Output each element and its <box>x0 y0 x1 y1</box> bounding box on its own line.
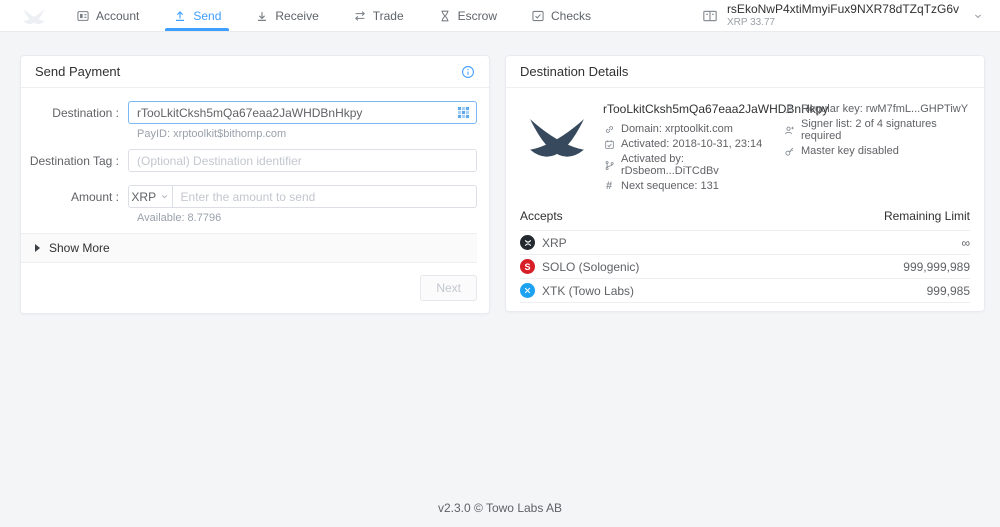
checks-icon <box>531 9 545 23</box>
fact-text: Activated: 2018-10-31, 23:14 <box>621 138 762 150</box>
fact-text: Domain: xrptoolkit.com <box>621 123 733 135</box>
remaining-limit-column-header: Remaining Limit <box>884 209 970 223</box>
show-more-label: Show More <box>49 241 110 255</box>
account-icon <box>76 9 90 23</box>
contacts-grid-icon[interactable] <box>457 106 470 119</box>
fact-text: Regular key: rwM7fmL...GHPTiwY <box>801 103 968 115</box>
destination-label: Destination : <box>21 106 128 120</box>
next-button[interactable]: Next <box>420 275 477 301</box>
fact-domain: Domain: xrptoolkit.com <box>603 123 783 135</box>
destination-tag-label: Destination Tag : <box>21 154 128 168</box>
fact-activated-by: Activated by: rDsbeom...DiTCdBv <box>603 153 783 177</box>
tab-label: Trade <box>373 9 404 23</box>
tab-receive[interactable]: Receive <box>238 0 335 31</box>
fact-text: Next sequence: 131 <box>621 180 719 192</box>
main-content: Send Payment Destination : PayID: xrptoo… <box>0 32 1000 314</box>
xtk-coin-icon <box>520 283 535 298</box>
send-panel-title: Send Payment <box>35 64 120 79</box>
fact-regular-key: Regular key: rwM7fmL...GHPTiwY <box>783 103 970 115</box>
remaining-limit: 999,999,989 <box>903 260 970 274</box>
amount-input[interactable] <box>172 185 477 208</box>
currency-selected-value: XRP <box>131 190 156 204</box>
currency-name: XTK (Towo Labs) <box>542 284 634 298</box>
active-account-balance: XRP 33.77 <box>727 17 959 29</box>
tab-checks[interactable]: Checks <box>514 0 608 31</box>
accepts-column-header: Accepts <box>520 209 563 223</box>
tab-trade[interactable]: Trade <box>336 0 421 31</box>
info-icon[interactable] <box>461 65 475 79</box>
fact-signer-list: Signer list: 2 of 4 signatures required <box>783 118 970 142</box>
details-panel-title: Destination Details <box>520 64 628 79</box>
payid-hint: PayID: xrptoolkit$bithomp.com <box>137 128 477 140</box>
fact-activated: Activated: 2018-10-31, 23:14 <box>603 138 783 150</box>
xrp-coin-icon <box>520 235 535 250</box>
address-book-icon <box>702 8 718 24</box>
destination-address: rTooLkitCksh5mQa67eaa2JaWHDBnHkpy <box>603 102 783 116</box>
accept-row-xtk: XTK (Towo Labs) 999,985 <box>520 279 970 303</box>
collapsed-arrow-icon <box>35 244 40 252</box>
top-navigation-bar: Account Send Receive Trade <box>0 0 1000 32</box>
remaining-limit: ∞ <box>961 236 970 250</box>
account-selector-dropdown[interactable]: rsEkoNwP4xtiMmyiFux9NXR78dTZqTzG6v XRP 3… <box>686 0 1000 31</box>
trade-icon <box>353 9 367 23</box>
link-icon <box>603 124 615 135</box>
destination-details-panel: Destination Details rTooLkitCksh5mQa67ea… <box>505 55 985 312</box>
xrp-toolkit-account-logo <box>525 105 589 169</box>
app-window: Account Send Receive Trade <box>0 0 1000 527</box>
active-account-address: rsEkoNwP4xtiMmyiFux9NXR78dTZqTzG6v <box>727 3 959 17</box>
chevron-down-icon <box>160 192 169 201</box>
calendar-icon <box>603 139 615 150</box>
available-balance-hint: Available: 8.7796 <box>137 212 477 224</box>
hash-icon: # <box>603 180 615 192</box>
remaining-limit: 999,985 <box>927 284 970 298</box>
chevron-down-icon <box>972 10 984 22</box>
tab-escrow[interactable]: Escrow <box>421 0 514 31</box>
accepts-table: Accepts Remaining Limit XRP ∞ S <box>506 201 984 311</box>
accept-row-solo: S SOLO (Sologenic) 999,999,989 <box>520 255 970 279</box>
fact-master-key: Master key disabled <box>783 145 970 157</box>
tab-account[interactable]: Account <box>59 0 156 31</box>
xrp-toolkit-logo-icon <box>13 3 55 29</box>
fact-next-sequence: # Next sequence: 131 <box>603 180 783 192</box>
escrow-hourglass-icon <box>438 9 452 23</box>
key-icon <box>783 146 795 157</box>
amount-label: Amount : <box>21 190 128 204</box>
signer-list-icon <box>783 125 795 136</box>
currency-select[interactable]: XRP <box>128 185 172 208</box>
show-more-toggle[interactable]: Show More <box>21 233 477 263</box>
destination-tag-input[interactable] <box>128 149 477 172</box>
fact-text: Master key disabled <box>801 145 899 157</box>
version-footer: v2.3.0 © Towo Labs AB <box>0 501 1000 515</box>
fact-text: Activated by: rDsbeom...DiTCdBv <box>621 153 783 177</box>
solo-coin-icon: S <box>520 259 535 274</box>
tab-label: Escrow <box>458 9 497 23</box>
accept-row-xrp: XRP ∞ <box>520 231 970 255</box>
branch-icon <box>603 160 615 171</box>
send-form: Destination : PayID: xrptoolkit$bithomp.… <box>21 88 489 263</box>
tab-label: Account <box>96 9 139 23</box>
currency-name: XRP <box>542 236 567 250</box>
tab-label: Send <box>193 9 221 23</box>
tab-label: Checks <box>551 9 591 23</box>
tab-send[interactable]: Send <box>156 0 238 31</box>
send-payment-panel: Send Payment Destination : PayID: xrptoo… <box>20 55 490 314</box>
tab-label: Receive <box>275 9 318 23</box>
receive-icon <box>255 9 269 23</box>
fact-text: Signer list: 2 of 4 signatures required <box>801 118 970 142</box>
user-icon <box>783 104 795 115</box>
destination-input[interactable] <box>128 101 477 124</box>
send-icon <box>173 9 187 23</box>
main-nav: Account Send Receive Trade <box>59 0 608 31</box>
currency-name: SOLO (Sologenic) <box>542 260 639 274</box>
